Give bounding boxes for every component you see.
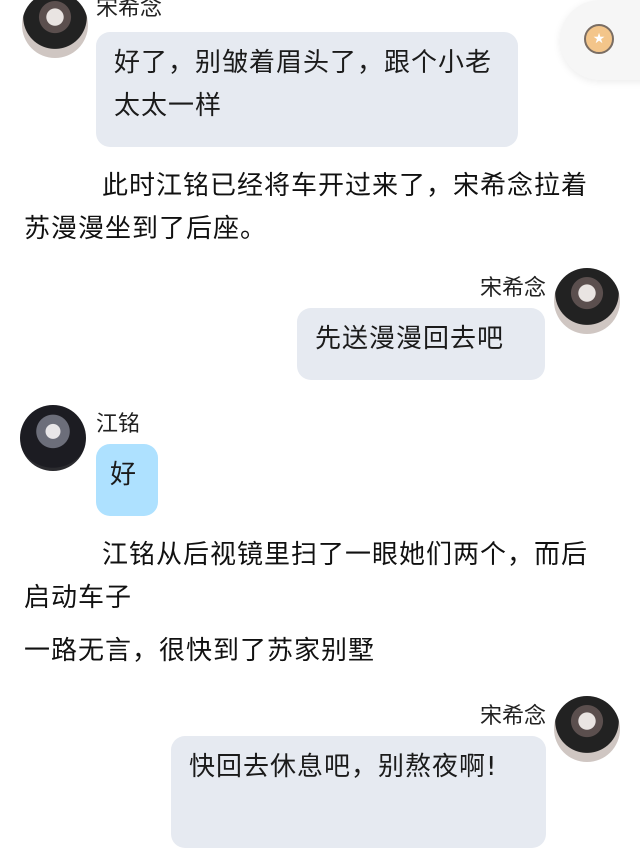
avatar[interactable] <box>22 0 88 58</box>
message-bubble: 好了，别皱着眉头了，跟个小老太太一样 <box>96 32 518 147</box>
avatar[interactable] <box>554 696 620 762</box>
sender-name: 宋希念 <box>479 276 546 301</box>
narration-text: 江铭从后视镜里扫了一眼她们两个，而后启动车子 <box>24 540 589 613</box>
sender-name: 宋希念 <box>479 704 546 729</box>
message-bubble: 快回去休息吧，别熬夜啊! <box>171 736 546 848</box>
narration-text: 此时江铭已经将车开过来了，宋希念拉着苏漫漫坐到了后座。 <box>24 171 589 244</box>
sender-name: 宋希念 <box>96 0 163 21</box>
sender-name: 江铭 <box>96 412 141 437</box>
message-bubble: 先送漫漫回去吧 <box>297 308 545 380</box>
floating-action-button[interactable]: ★ <box>560 0 640 80</box>
narration-text: 一路无言，很快到了苏家别墅 <box>24 636 376 666</box>
avatar[interactable] <box>554 268 620 334</box>
avatar[interactable] <box>20 405 86 471</box>
star-icon: ★ <box>584 24 614 54</box>
message-bubble: 好 <box>96 444 158 516</box>
